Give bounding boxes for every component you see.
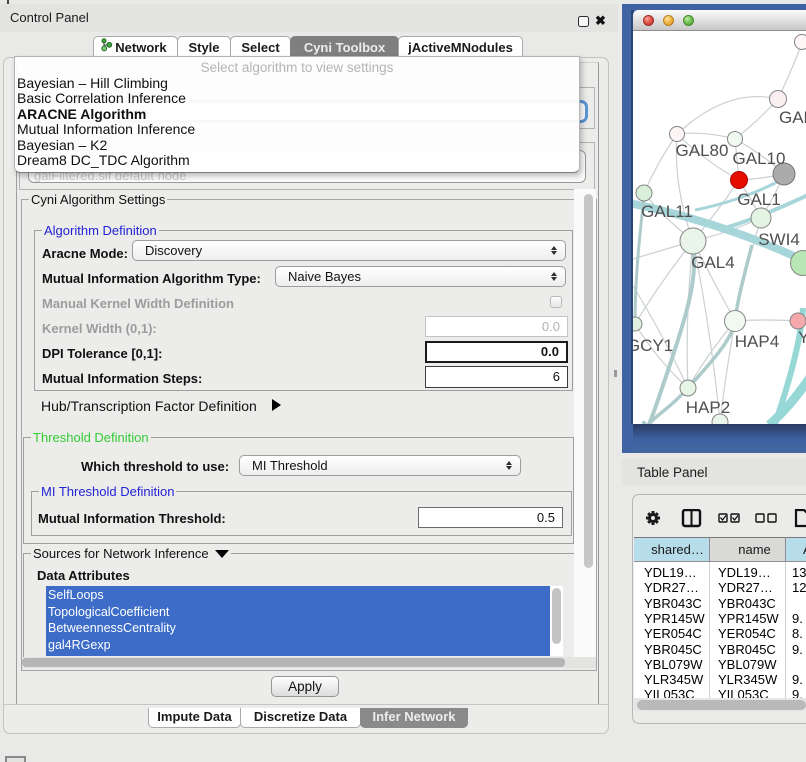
svg-text:GAL7: GAL7 (779, 108, 806, 127)
svg-text:GAL80: GAL80 (676, 141, 729, 160)
svg-text:HAP2: HAP2 (686, 398, 730, 417)
svg-text:HAP4: HAP4 (735, 332, 779, 351)
svg-text:GAL11: GAL11 (641, 202, 693, 221)
svg-text:GCY1: GCY1 (633, 336, 673, 355)
svg-text:GAL4: GAL4 (691, 253, 734, 272)
svg-text:GAL10: GAL10 (733, 149, 786, 168)
svg-text:GAL1: GAL1 (737, 190, 780, 209)
svg-text:SWI4: SWI4 (758, 230, 800, 249)
svg-text:Y: Y (798, 328, 806, 347)
